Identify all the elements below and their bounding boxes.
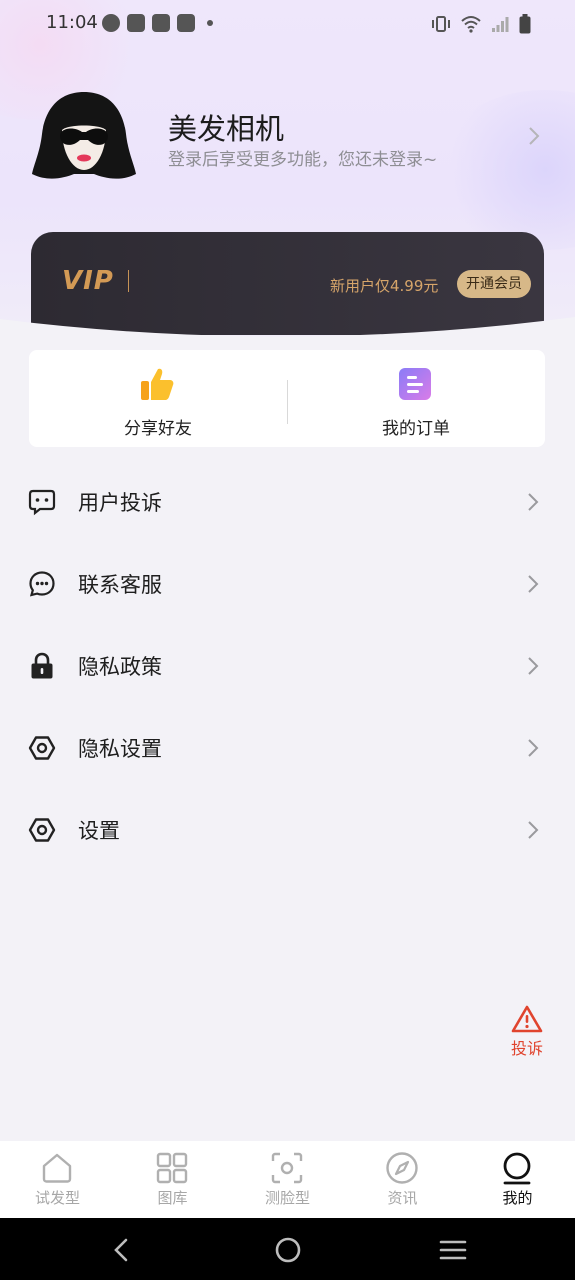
tab-label: 资讯 (387, 1189, 418, 1207)
tab-label: 测脸型 (264, 1189, 310, 1207)
menu-item-user-complaint[interactable]: 用户投诉 (0, 463, 575, 545)
open-membership-button[interactable]: 开通会员 (457, 270, 531, 298)
scan-face-icon (271, 1152, 303, 1184)
more-dot-icon (207, 20, 213, 26)
battery-icon (519, 14, 531, 34)
profile-login-hint: 登录后享受更多功能，您还未登录~ (168, 150, 438, 170)
shopping-bag-icon (177, 14, 195, 32)
profile-name: 美发相机 (168, 112, 285, 146)
quick-actions-card: 分享好友 我的订单 (29, 350, 545, 447)
vibrate-icon (432, 16, 450, 32)
back-icon[interactable] (106, 1234, 138, 1266)
vip-offer-text: 新用户仅4.99元 (330, 277, 439, 295)
home-circle-icon[interactable] (272, 1234, 304, 1266)
profile-icon (503, 1152, 531, 1185)
menu-item-privacy-policy[interactable]: 隐私政策 (0, 627, 575, 709)
system-icons (431, 14, 531, 34)
tab-try-hairstyle[interactable]: 试发型 (0, 1141, 115, 1218)
wifi-icon (461, 16, 481, 33)
menu-label: 联系客服 (78, 573, 162, 597)
vip-logo: VIP (62, 266, 114, 296)
chevron-right-icon (528, 657, 539, 675)
compass-icon (386, 1152, 418, 1184)
avatar[interactable] (30, 90, 138, 182)
complaint-floating-button[interactable]: 投诉 (500, 1002, 554, 1062)
customer-service-icon (29, 571, 55, 597)
shopping-bag-icon (152, 14, 170, 32)
menu-item-contact-service[interactable]: 联系客服 (0, 545, 575, 627)
notification-icons (102, 14, 213, 32)
thumbs-up-icon (141, 368, 174, 400)
tab-face-shape[interactable]: 测脸型 (230, 1141, 345, 1218)
lock-icon (31, 652, 53, 679)
shopping-bag-icon (127, 14, 145, 32)
my-orders-label: 我的订单 (382, 419, 450, 439)
menu-label: 隐私政策 (78, 655, 162, 679)
my-orders-button[interactable]: 我的订单 (287, 350, 545, 447)
share-friends-button[interactable]: 分享好友 (29, 350, 287, 447)
tab-mine[interactable]: 我的 (460, 1141, 575, 1218)
status-bar: 11:04 (0, 0, 575, 48)
vip-divider (128, 270, 129, 292)
chevron-right-icon (528, 493, 539, 511)
system-navigation-bar (0, 1218, 575, 1280)
tab-label: 图库 (157, 1189, 188, 1207)
share-friends-label: 分享好友 (124, 419, 192, 439)
tab-gallery[interactable]: 图库 (115, 1141, 230, 1218)
chevron-right-icon (529, 127, 540, 145)
signal-icon (492, 17, 509, 32)
chat-bubble-icon (28, 489, 56, 516)
decor-blob (435, 90, 575, 250)
menu-label: 用户投诉 (78, 491, 162, 515)
tab-label: 我的 (502, 1189, 533, 1207)
status-time: 11:04 (46, 12, 98, 33)
menu-item-privacy-settings[interactable]: 隐私设置 (0, 709, 575, 791)
chevron-right-icon (528, 739, 539, 757)
tab-label: 试发型 (34, 1189, 80, 1207)
home-icon (42, 1153, 72, 1183)
grid-icon (156, 1152, 188, 1184)
hexagon-settings-icon (28, 736, 56, 760)
chevron-right-icon (528, 575, 539, 593)
speedometer-icon (102, 14, 120, 32)
hexagon-settings-icon (28, 818, 56, 842)
menu-label: 隐私设置 (78, 737, 162, 761)
warning-icon (511, 1005, 543, 1033)
menu-label: 设置 (78, 819, 120, 843)
complaint-label: 投诉 (510, 1039, 543, 1058)
tab-news[interactable]: 资讯 (345, 1141, 460, 1218)
menu-item-settings[interactable]: 设置 (0, 791, 575, 873)
menu-lines-icon[interactable] (437, 1234, 469, 1266)
order-icon (399, 368, 431, 400)
bottom-tab-bar: 试发型 图库 测脸型 资讯 我的 (0, 1141, 575, 1218)
chevron-right-icon (528, 821, 539, 839)
